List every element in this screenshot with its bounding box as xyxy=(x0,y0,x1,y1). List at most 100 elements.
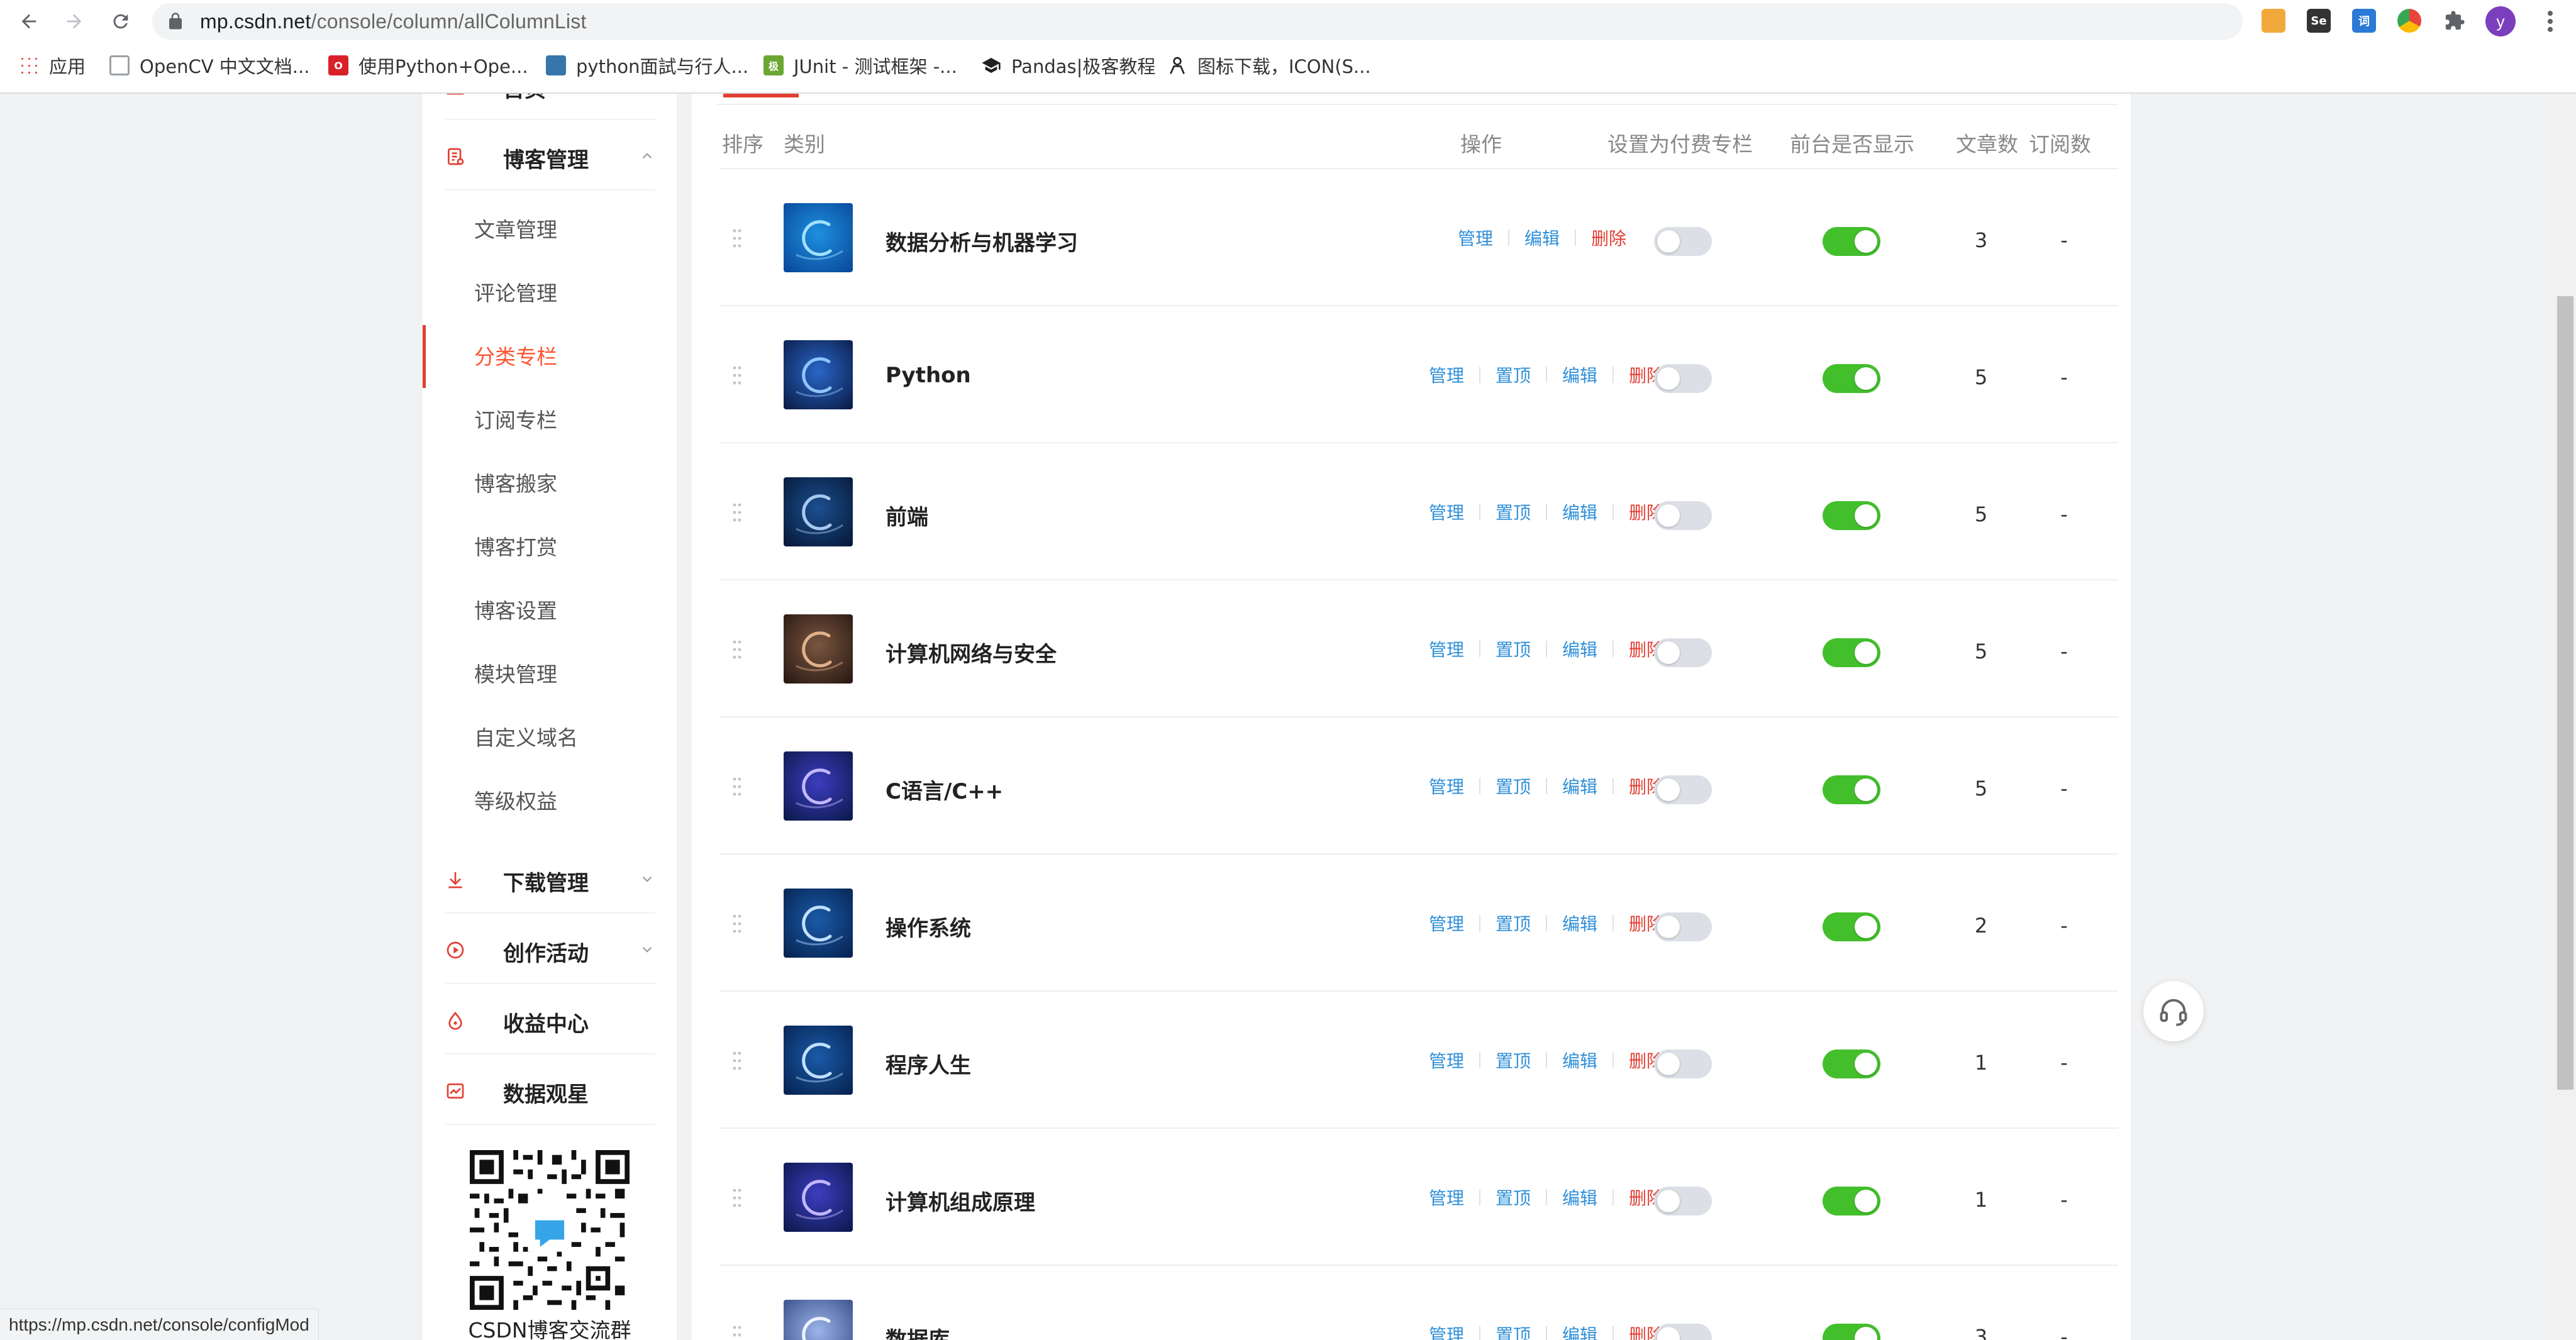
bookmark-opencv[interactable]: OpenCV 中文文档... xyxy=(109,52,309,79)
column-name[interactable]: 程序人生 xyxy=(886,1048,971,1079)
more-menu-icon[interactable] xyxy=(2541,8,2560,35)
drag-handle-icon[interactable] xyxy=(731,1049,743,1072)
selenium-extension-icon[interactable]: Se xyxy=(2307,9,2331,33)
paid-column-toggle[interactable] xyxy=(1654,775,1712,804)
shield-extension-icon[interactable] xyxy=(2262,9,2285,33)
column-name[interactable]: 操作系统 xyxy=(886,911,971,942)
column-name[interactable]: C语言/C++ xyxy=(886,774,1003,805)
manage-link[interactable]: 管理 xyxy=(1429,1048,1464,1073)
frontend-visible-toggle[interactable] xyxy=(1823,775,1880,804)
column-name[interactable]: 数据分析与机器学习 xyxy=(886,226,1078,257)
bookmark-python-interview[interactable]: python面試与行人... xyxy=(546,52,748,79)
drag-handle-icon[interactable] xyxy=(731,227,743,250)
manage-link[interactable]: 管理 xyxy=(1429,911,1464,936)
manage-link[interactable]: 管理 xyxy=(1429,499,1464,524)
column-name[interactable]: Python xyxy=(886,363,971,388)
manage-link[interactable]: 管理 xyxy=(1429,773,1464,799)
frontend-visible-toggle[interactable] xyxy=(1823,1324,1880,1340)
edit-link[interactable]: 编辑 xyxy=(1562,636,1597,662)
pin-link[interactable]: 置顶 xyxy=(1496,362,1531,387)
sidebar-item-modules[interactable]: 模块管理 xyxy=(474,658,557,688)
edit-link[interactable]: 编辑 xyxy=(1562,1322,1597,1340)
profile-avatar[interactable]: y xyxy=(2485,6,2516,36)
chrome-colors-extension-icon[interactable] xyxy=(2397,9,2421,33)
drag-handle-icon[interactable] xyxy=(731,638,743,661)
bookmark-python-opencv[interactable]: O 使用Python+Ope... xyxy=(328,52,528,79)
edit-link[interactable]: 编辑 xyxy=(1562,773,1597,799)
pin-link[interactable]: 置顶 xyxy=(1496,499,1531,524)
puzzle-extension-icon[interactable] xyxy=(2443,9,2467,33)
paid-column-toggle[interactable] xyxy=(1654,1324,1712,1340)
reload-button[interactable] xyxy=(104,5,137,38)
paid-column-toggle[interactable] xyxy=(1654,912,1712,941)
drag-handle-icon[interactable] xyxy=(731,1324,743,1340)
drag-handle-icon[interactable] xyxy=(731,912,743,935)
paid-column-toggle[interactable] xyxy=(1654,501,1712,530)
edit-link[interactable]: 编辑 xyxy=(1562,1048,1597,1073)
sidebar-item-level-benefits[interactable]: 等级权益 xyxy=(474,785,557,815)
drag-handle-icon[interactable] xyxy=(731,501,743,524)
frontend-visible-toggle[interactable] xyxy=(1823,1049,1880,1078)
drag-handle-icon[interactable] xyxy=(731,364,743,387)
delete-link[interactable]: 删除 xyxy=(1591,225,1626,250)
sidebar-item-comments[interactable]: 评论管理 xyxy=(474,277,557,307)
edit-link[interactable]: 编辑 xyxy=(1562,1185,1597,1210)
address-bar[interactable]: mp.csdn.net/console/column/allColumnList xyxy=(152,3,2376,40)
sidebar-item-articles[interactable]: 文章管理 xyxy=(474,213,557,243)
frontend-visible-toggle[interactable] xyxy=(1823,912,1880,941)
scrollbar-thumb[interactable] xyxy=(2557,296,2573,1090)
drag-handle-icon[interactable] xyxy=(731,1187,743,1209)
forward-button[interactable] xyxy=(58,5,91,38)
pin-link[interactable]: 置顶 xyxy=(1496,1048,1531,1073)
pin-link[interactable]: 置顶 xyxy=(1496,773,1531,799)
frontend-visible-toggle[interactable] xyxy=(1823,364,1880,393)
sidebar-item-columns[interactable]: 分类专栏 xyxy=(474,340,557,370)
paid-column-toggle[interactable] xyxy=(1654,638,1712,667)
drag-handle-icon[interactable] xyxy=(731,775,743,798)
pin-link[interactable]: 置顶 xyxy=(1496,911,1531,936)
pin-link[interactable]: 置顶 xyxy=(1496,1185,1531,1210)
manage-link[interactable]: 管理 xyxy=(1429,362,1464,387)
column-name[interactable]: 数据库 xyxy=(886,1322,950,1340)
frontend-visible-toggle[interactable] xyxy=(1823,1187,1880,1215)
sidebar-item-blog-management[interactable]: 博客管理 xyxy=(445,120,655,191)
sidebar-item-home[interactable]: 首页 xyxy=(445,94,655,120)
sidebar-item-blog-migration[interactable]: 博客搬家 xyxy=(474,467,557,497)
bookmark-icon-download[interactable]: 图标下载，ICON(S... xyxy=(1167,52,1371,79)
edit-link[interactable]: 编辑 xyxy=(1524,225,1560,250)
column-name[interactable]: 计算机组成原理 xyxy=(886,1185,1035,1216)
sidebar-item-income-center[interactable]: 收益中心 xyxy=(445,984,655,1055)
bookmark-apps[interactable]: 应用 xyxy=(19,52,86,79)
pin-link[interactable]: 置顶 xyxy=(1496,636,1531,662)
pin-link[interactable]: 置顶 xyxy=(1496,1322,1531,1340)
bookmark-junit[interactable]: 极 JUnit - 测试框架 -... xyxy=(763,52,957,79)
dict-extension-icon[interactable]: 词 xyxy=(2352,9,2376,33)
customer-support-button[interactable] xyxy=(2143,981,2204,1041)
edit-link[interactable]: 编辑 xyxy=(1562,362,1597,387)
back-button[interactable] xyxy=(13,5,45,38)
frontend-visible-toggle[interactable] xyxy=(1823,227,1880,256)
paid-column-toggle[interactable] xyxy=(1654,227,1712,256)
edit-link[interactable]: 编辑 xyxy=(1562,499,1597,524)
frontend-visible-toggle[interactable] xyxy=(1823,501,1880,530)
sidebar-item-data-watch[interactable]: 数据观星 xyxy=(445,1055,655,1125)
edit-link[interactable]: 编辑 xyxy=(1562,911,1597,936)
sidebar-item-download-management[interactable]: 下载管理 xyxy=(445,843,655,914)
column-name[interactable]: 计算机网络与安全 xyxy=(886,637,1057,668)
paid-column-toggle[interactable] xyxy=(1654,1187,1712,1215)
column-name[interactable]: 前端 xyxy=(886,500,928,531)
frontend-visible-toggle[interactable] xyxy=(1823,638,1880,667)
paid-column-toggle[interactable] xyxy=(1654,364,1712,393)
bookmark-pandas[interactable]: Pandas|极客教程 xyxy=(981,52,1155,79)
paid-column-toggle[interactable] xyxy=(1654,1049,1712,1078)
page-scrollbar[interactable] xyxy=(2555,94,2576,1340)
sidebar-item-custom-domain[interactable]: 自定义域名 xyxy=(474,721,578,751)
manage-link[interactable]: 管理 xyxy=(1429,636,1464,662)
manage-link[interactable]: 管理 xyxy=(1429,1322,1464,1340)
sidebar-item-blog-settings[interactable]: 博客设置 xyxy=(474,594,557,624)
sidebar-item-subscriptions[interactable]: 订阅专栏 xyxy=(474,404,557,434)
sidebar-item-creation-activity[interactable]: 创作活动 xyxy=(445,914,655,984)
manage-link[interactable]: 管理 xyxy=(1458,225,1493,250)
manage-link[interactable]: 管理 xyxy=(1429,1185,1464,1210)
sidebar-item-tips[interactable]: 博客打赏 xyxy=(474,531,557,561)
